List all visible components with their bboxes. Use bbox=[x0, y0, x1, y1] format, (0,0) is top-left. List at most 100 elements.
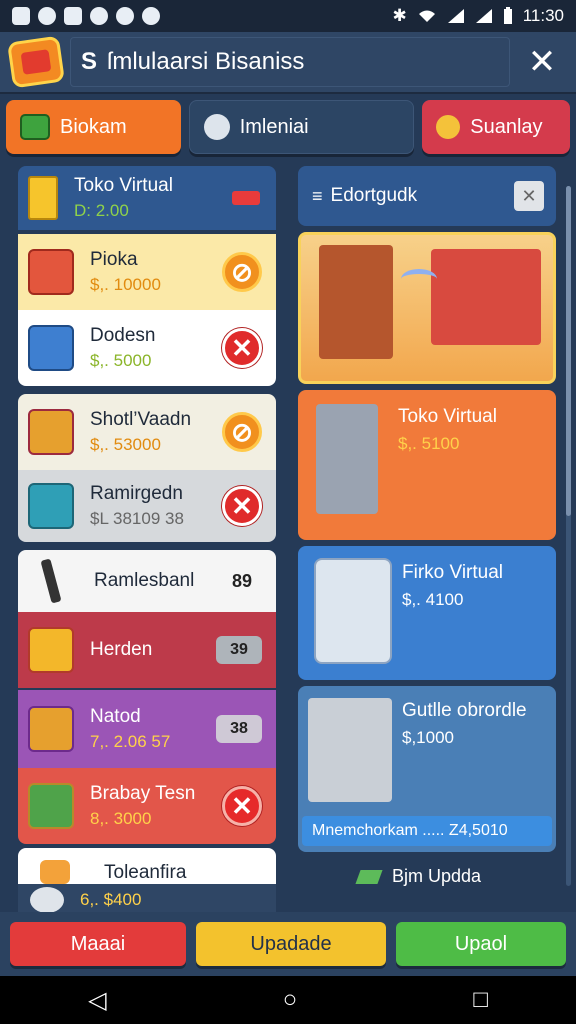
count-badge[interactable]: 39 bbox=[216, 636, 262, 664]
wifi-icon bbox=[418, 10, 435, 22]
shop-stall-icon bbox=[28, 249, 74, 295]
item-price: $L 38109 38 bbox=[90, 509, 184, 528]
signal-icon bbox=[447, 9, 464, 23]
detail-name: Toko Virtual bbox=[398, 406, 497, 427]
tab-label: Imleniai bbox=[239, 115, 309, 138]
detail-card[interactable]: Gutlle obrordle $,1000 Mnemchorkam .....… bbox=[298, 686, 556, 852]
tab-label: Suanlay bbox=[470, 115, 543, 138]
maaai-button[interactable]: Maaai bbox=[10, 922, 186, 966]
tab-imleniai[interactable]: Imleniai bbox=[188, 100, 415, 154]
item-name: Dodesn bbox=[90, 325, 156, 346]
list-item[interactable]: Natod 7,. 2.06 57 38 bbox=[18, 690, 276, 768]
list-header-title: Toko Virtual bbox=[74, 175, 173, 196]
list-item[interactable]: Ramlesbanl 89 bbox=[18, 550, 276, 612]
cart-icon bbox=[28, 627, 74, 673]
remove-button[interactable]: ✕ bbox=[222, 328, 262, 368]
close-button[interactable]: ✕ bbox=[522, 42, 562, 82]
signal-icon-2 bbox=[475, 9, 492, 23]
item-price: 8,. 3000 bbox=[90, 809, 152, 828]
scrollbar-thumb[interactable] bbox=[566, 186, 571, 516]
pen-icon bbox=[40, 558, 62, 604]
panel-title: Edortgudk bbox=[330, 185, 418, 206]
count-badge[interactable]: 38 bbox=[216, 715, 262, 743]
system-nav-bar: ◁ ○ □ bbox=[0, 976, 576, 1024]
settings-s-icon: S bbox=[81, 48, 98, 75]
flag-icon bbox=[232, 191, 260, 205]
item-price: $,. 10000 bbox=[90, 275, 161, 294]
dice-icon bbox=[30, 887, 64, 913]
item-name: Brabay Tesn bbox=[90, 783, 196, 804]
bluetooth-icon: ✱ bbox=[392, 6, 407, 25]
update-link[interactable]: Bjm Updda bbox=[355, 866, 481, 887]
shop-icon bbox=[20, 114, 50, 140]
detail-card[interactable]: Firko Virtual $,. 4100 bbox=[298, 546, 556, 680]
list-item[interactable]: Ramirgedn $L 38109 38 ✕ bbox=[18, 470, 276, 542]
star-badge-icon bbox=[436, 115, 461, 139]
status-bar: ✱ 11:30 bbox=[0, 0, 576, 32]
remove-button[interactable]: ✕ bbox=[222, 786, 262, 826]
product-list: Toko Virtual D: 2.00 Pioka $,. 10000 ⊘ D… bbox=[18, 166, 276, 916]
notification-icon-2 bbox=[38, 7, 56, 25]
list-item[interactable]: Toleanfira bbox=[18, 848, 276, 884]
item-price: 6,. $400 bbox=[80, 890, 142, 909]
action-bar: Maaai Upadade Upaol bbox=[0, 912, 576, 976]
detail-name: Gutlle obrordle bbox=[402, 700, 527, 721]
item-name: Shotl’Vaadn bbox=[90, 409, 192, 430]
shop-stall-icon bbox=[28, 409, 74, 455]
list-item[interactable]: Brabay Tesn 8,. 3000 ✕ bbox=[18, 768, 276, 844]
back-icon[interactable]: ◁ bbox=[88, 986, 106, 1015]
block-button[interactable]: ⊘ bbox=[222, 412, 262, 452]
item-name: Herden bbox=[90, 639, 153, 660]
tab-biokam[interactable]: Biokam bbox=[6, 100, 181, 154]
count-badge[interactable]: 89 bbox=[222, 561, 262, 601]
item-price: 7,. 2.06 57 bbox=[90, 732, 171, 751]
upaol-button[interactable]: Upaol bbox=[396, 922, 566, 966]
notification-icon-5 bbox=[116, 7, 134, 25]
notification-icons bbox=[12, 7, 160, 25]
detail-card[interactable]: Toko Virtual $,. 5100 bbox=[298, 390, 556, 540]
food-icon bbox=[40, 860, 70, 884]
list-item[interactable]: Shotl’Vaadn $,. 53000 ⊘ bbox=[18, 394, 276, 470]
shop-stall-icon bbox=[28, 706, 74, 752]
list-header: Toko Virtual D: 2.00 bbox=[18, 166, 276, 230]
tab-suanlay[interactable]: Suanlay bbox=[422, 100, 570, 154]
menu-icon: ≡ bbox=[312, 185, 323, 206]
remove-button[interactable]: ✕ bbox=[222, 486, 262, 526]
block-button[interactable]: ⊘ bbox=[222, 252, 262, 292]
status-time: 11:30 bbox=[522, 6, 564, 25]
panel-header: ≡ Edortgudk ✕ bbox=[298, 166, 556, 226]
panel-close-button[interactable]: ✕ bbox=[514, 181, 544, 211]
boxes-icon bbox=[28, 325, 74, 371]
item-name: Ramlesbanl bbox=[94, 570, 195, 591]
tag-icon bbox=[355, 869, 383, 884]
counter-illustration bbox=[431, 249, 541, 345]
tab-label: Biokam bbox=[60, 115, 127, 138]
list-item[interactable]: Herden 39 bbox=[18, 612, 276, 688]
app-logo bbox=[7, 35, 65, 89]
detail-price: $,. 4100 bbox=[402, 590, 464, 609]
list-item[interactable]: Pioka $,. 10000 ⊘ bbox=[18, 234, 276, 310]
item-name: Pioka bbox=[90, 249, 138, 270]
upadade-button[interactable]: Upadade bbox=[196, 922, 386, 966]
item-name: Toleanfira bbox=[104, 862, 187, 883]
home-icon[interactable]: ○ bbox=[283, 986, 298, 1014]
globe-icon bbox=[203, 114, 230, 140]
store-shelf-icon bbox=[308, 698, 392, 802]
app-header: S ſmlulaarsi Bisaniss ✕ bbox=[0, 32, 576, 94]
shopping-cart-icon bbox=[314, 558, 392, 664]
list-header-sub: D: 2.00 bbox=[74, 201, 129, 220]
notification-icon-1 bbox=[12, 7, 30, 25]
store-illustration bbox=[298, 232, 556, 384]
recent-apps-icon[interactable]: □ bbox=[473, 986, 488, 1014]
shelf-illustration bbox=[319, 245, 393, 359]
header-title-box: S ſmlulaarsi Bisaniss bbox=[70, 37, 510, 87]
book-icon bbox=[28, 176, 58, 220]
detail-price: $,1000 bbox=[402, 728, 454, 747]
list-item[interactable]: Dodesn $,. 5000 ✕ bbox=[18, 310, 276, 386]
notification-icon-3 bbox=[64, 7, 82, 25]
item-price: $,. 5000 bbox=[90, 351, 152, 370]
detail-name: Firko Virtual bbox=[402, 562, 504, 583]
tab-bar: Biokam Imleniai Suanlay bbox=[6, 100, 570, 156]
item-name: Ramirgedn bbox=[90, 483, 183, 504]
shop-stall-icon bbox=[28, 783, 74, 829]
